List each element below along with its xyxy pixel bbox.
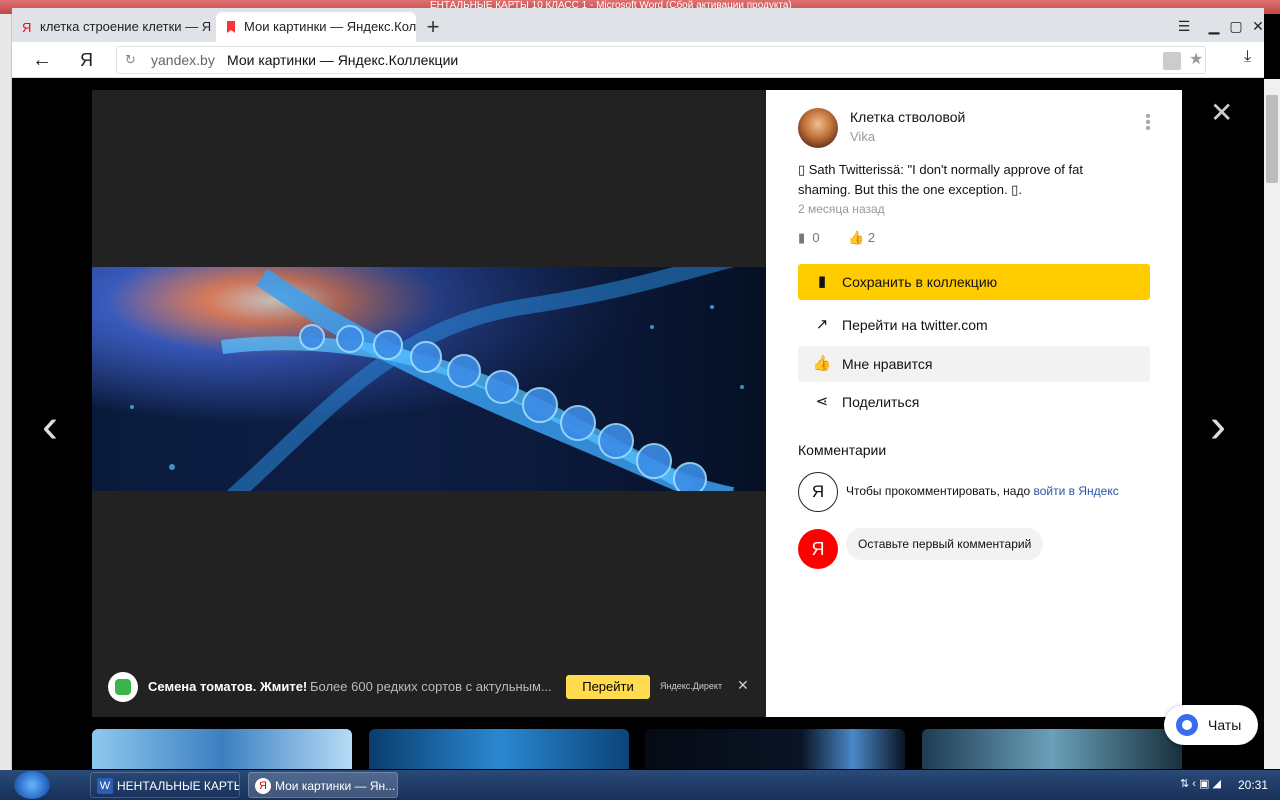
image-viewer: Семена томатов. Жмите! Более 600 редких … <box>12 79 1264 769</box>
ad-source: Яндекс.Директ <box>660 681 723 691</box>
like-label: Мне нравится <box>842 356 933 372</box>
thumbnail[interactable] <box>645 729 905 769</box>
scrollbar-thumb[interactable] <box>1266 95 1278 183</box>
details-panel: Клетка стволовой Vika • • • ▯ Sath Twitter… <box>766 90 1182 717</box>
word-icon: W <box>97 778 113 794</box>
start-button[interactable] <box>14 771 50 799</box>
download-icon[interactable]: ⤓ <box>1244 48 1251 66</box>
bookmark-icon: ▮ <box>817 273 827 290</box>
chats-label: Чаты <box>1208 717 1242 733</box>
go-to-source-label: Перейти на twitter.com <box>842 317 988 333</box>
system-tray[interactable]: ⇅ ‹ ▣ ◢ <box>1180 777 1221 790</box>
taskbar-item-browser-label: Мои картинки — Ян... <box>275 779 396 793</box>
share-button[interactable]: ⋖ Поделиться <box>798 384 1150 420</box>
saves-count: 0 <box>812 230 820 245</box>
chats-button[interactable]: Чаты <box>1164 705 1258 745</box>
prev-arrow-icon[interactable]: ‹ <box>42 399 58 454</box>
close-viewer-icon[interactable]: ✕ <box>1210 99 1233 127</box>
ad-title[interactable]: Семена томатов. Жмите! <box>148 679 307 694</box>
login-link[interactable]: войти в Яндекс <box>1034 484 1119 498</box>
thumbnail[interactable] <box>92 729 352 769</box>
dna-photo[interactable] <box>92 267 766 491</box>
save-to-collection-button[interactable]: ▮ Сохранить в коллекцию <box>798 264 1150 300</box>
image-stage: Семена томатов. Жмите! Более 600 редких … <box>92 90 766 717</box>
tab-collections-label: Мои картинки — Яндекс.Колл <box>244 19 416 34</box>
url-field[interactable]: ↻ yandex.by Мои картинки — Яндекс.Коллек… <box>116 46 1206 74</box>
menu-icon[interactable]: ☰ <box>1174 18 1194 34</box>
next-arrow-icon[interactable]: › <box>1210 399 1226 454</box>
page-scrollbar[interactable] <box>1264 79 1280 769</box>
share-label: Поделиться <box>842 394 920 410</box>
taskbar-item-word[interactable]: W НЕНТАЛЬНЫЕ КАРТЫ... <box>90 772 240 798</box>
svg-text:Я: Я <box>22 20 31 34</box>
star-icon[interactable]: ★ <box>1189 49 1203 69</box>
taskbar-item-word-label: НЕНТАЛЬНЫЕ КАРТЫ... <box>117 779 239 793</box>
url-domain: yandex.by <box>151 52 215 68</box>
external-link-icon: ↗ <box>815 316 829 333</box>
card-description: ▯ Sath Twitterissä: "I don't normally ap… <box>798 162 1083 197</box>
bookmark-icon: ▮ <box>798 230 806 245</box>
share-icon: ⋖ <box>815 393 829 410</box>
ad-description[interactable]: Более 600 редких сортов с актульным... <box>310 679 552 694</box>
chat-icon <box>1176 714 1198 736</box>
first-comment-button[interactable]: Оставьте первый комментарий <box>846 528 1044 560</box>
close-window-icon[interactable]: ✕ <box>1248 18 1268 34</box>
ad-banner[interactable]: Семена томатов. Жмите! Более 600 редких … <box>92 668 766 708</box>
yandex-icon: Я <box>22 20 31 34</box>
thumbnail[interactable] <box>922 729 1182 769</box>
taskbar-item-browser[interactable]: Я Мои картинки — Ян... <box>248 772 398 798</box>
ad-close-icon[interactable]: ✕ <box>737 677 749 694</box>
bookmark-icon <box>227 21 235 33</box>
url-page-title: Мои картинки — Яндекс.Коллекции <box>227 52 459 68</box>
tab-search-label: клетка строение клетки — Я <box>40 19 212 34</box>
user-avatar: Я <box>798 529 838 569</box>
yandex-browser-icon: Я <box>255 778 271 794</box>
yandex-logo-icon[interactable]: Я <box>80 48 100 72</box>
ad-leaf-icon <box>108 672 138 702</box>
likes-counter: 👍 2 <box>848 230 875 246</box>
minimize-icon[interactable]: ▁ <box>1204 18 1224 34</box>
like-button[interactable]: 👍 Мне нравится <box>798 346 1150 382</box>
more-options-icon[interactable]: • • • <box>1144 109 1152 137</box>
save-to-collection-label: Сохранить в коллекцию <box>842 274 998 290</box>
tab-search[interactable]: Я клетка строение клетки — Я <box>12 12 212 42</box>
login-prompt: Чтобы прокомментировать, надо войти в Ян… <box>846 484 1119 498</box>
back-icon[interactable]: ← <box>30 48 54 72</box>
card-date: 2 месяца назад <box>798 202 885 216</box>
clock: 20:31 <box>1238 778 1269 792</box>
thumbs-up-icon: 👍 <box>848 230 865 245</box>
new-tab-button[interactable]: + <box>420 14 446 40</box>
taskbar: W НЕНТАЛЬНЫЕ КАРТЫ... Я Мои картинки — Я… <box>0 770 1280 800</box>
ad-go-button[interactable]: Перейти <box>566 675 650 699</box>
login-prompt-text: Чтобы прокомментировать, надо <box>846 484 1034 498</box>
author-name[interactable]: Vika <box>850 129 875 144</box>
reload-icon[interactable]: ↻ <box>125 52 136 68</box>
collection-name[interactable]: Клетка стволовой <box>850 109 965 125</box>
lock-icon[interactable] <box>1163 52 1181 70</box>
address-bar: ← Я ↻ yandex.by Мои картинки — Яндекс.Ко… <box>12 42 1264 78</box>
screen: ЕНТАЛЬНЫЕ КАРТЫ 10 КЛАСС 1 - Microsoft W… <box>0 0 1280 800</box>
tab-strip: Я клетка строение клетки — Я Мои картинк… <box>12 8 1264 42</box>
guest-avatar: Я <box>798 472 838 512</box>
maximize-icon[interactable]: ▢ <box>1226 18 1246 34</box>
likes-count: 2 <box>867 230 876 245</box>
saves-counter: ▮ 0 <box>798 230 820 246</box>
comments-heading: Комментарии <box>798 442 887 458</box>
dna-illustration <box>92 267 766 491</box>
tray-icons: ⇅ ‹ ▣ ◢ <box>1180 778 1221 790</box>
thumbs-up-icon: 👍 <box>812 355 832 372</box>
thumbnail[interactable] <box>369 729 629 769</box>
go-to-source-button[interactable]: ↗ Перейти на twitter.com <box>798 307 1150 343</box>
author-avatar[interactable] <box>798 108 838 148</box>
background-word-ruler <box>0 14 12 770</box>
tab-collections[interactable]: Мои картинки — Яндекс.Колл <box>216 12 416 42</box>
